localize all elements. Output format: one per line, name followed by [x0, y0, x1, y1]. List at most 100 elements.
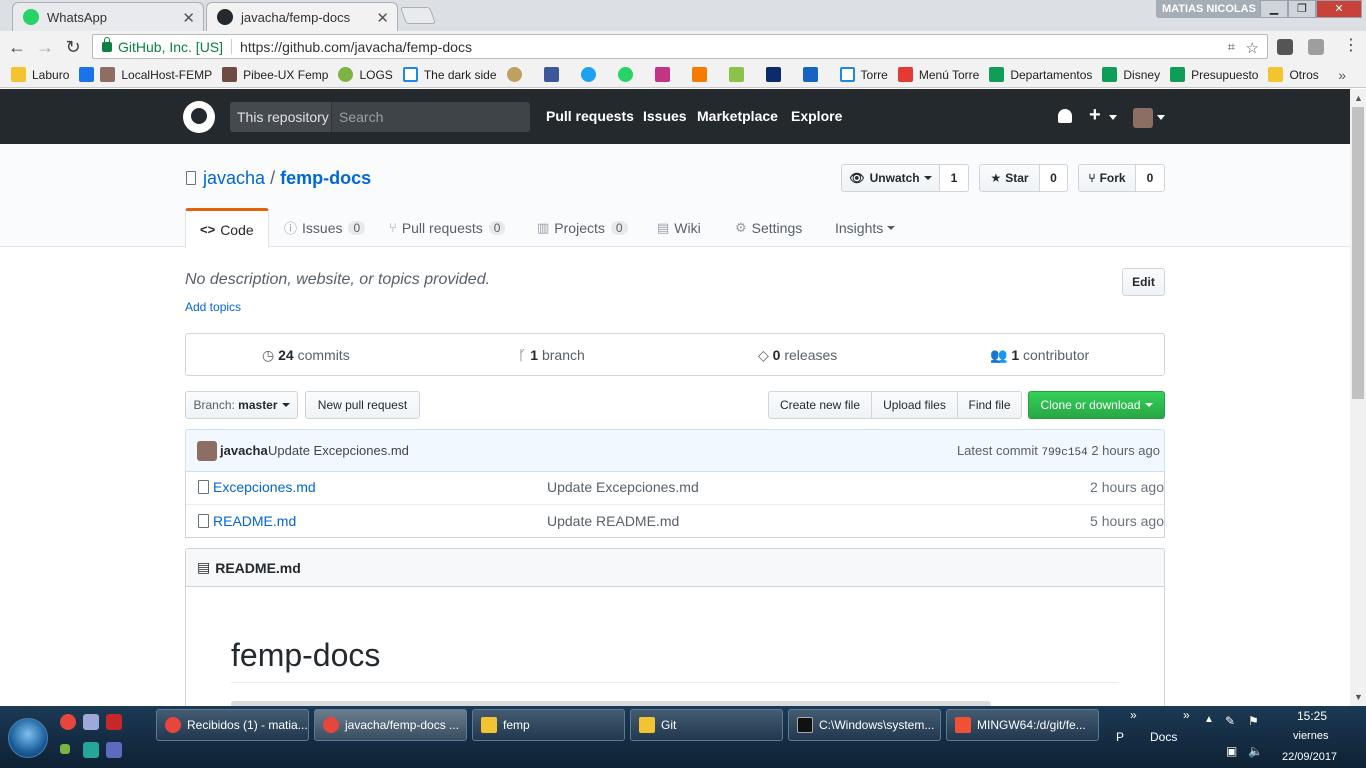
app-icon[interactable] [106, 714, 122, 730]
tab-issues[interactable]: ⓘ Issues 0 [284, 208, 366, 247]
translate-icon[interactable]: ⌗ [1228, 39, 1235, 55]
page-scrollbar[interactable]: ▲ ▼ [1350, 89, 1366, 706]
create-new-icon[interactable]: + [1089, 104, 1101, 127]
scroll-thumb[interactable] [1352, 107, 1364, 399]
branch-select-button[interactable]: Branch: master [185, 391, 298, 419]
bookmark-twitter[interactable] [580, 67, 602, 82]
star-button[interactable]: ★ Star [979, 164, 1040, 192]
chrome-icon[interactable] [60, 714, 76, 730]
bookmark-star-icon[interactable]: ☆ [1246, 39, 1259, 57]
bookmark-pibee[interactable]: Pibee-UX Femp [222, 67, 328, 82]
tab-github[interactable]: javacha/femp-docs ✕ [206, 2, 398, 31]
taskbar-item-git-folder[interactable]: Git [630, 709, 783, 741]
tray-toolbar-docs[interactable]: Docs [1150, 730, 1177, 744]
bookmark-icon-1[interactable] [506, 67, 528, 82]
nav-marketplace[interactable]: Marketplace [697, 108, 778, 124]
tab-code[interactable]: <> Code [185, 208, 269, 248]
find-file-button[interactable]: Find file [957, 391, 1022, 419]
tab-wiki[interactable]: ▤ Wiki [657, 208, 701, 247]
file-commit-message[interactable]: Update README.md [547, 513, 679, 529]
app-icon[interactable] [106, 742, 122, 758]
nav-pull-requests[interactable]: Pull requests [546, 108, 634, 124]
app-icon[interactable] [83, 742, 99, 758]
bookmark-tyc[interactable] [765, 67, 787, 82]
commit-sha[interactable]: 799c154 [1041, 447, 1087, 459]
clone-download-button[interactable]: Clone or download [1028, 391, 1165, 419]
forward-button[interactable]: → [34, 36, 56, 58]
bookmark-otros[interactable]: Otros [1268, 67, 1319, 82]
bookmark-presupuesto[interactable]: Presupuesto [1170, 67, 1258, 82]
address-bar[interactable]: GitHub, Inc. [US] https://github.com/jav… [92, 34, 1268, 59]
close-window-button[interactable]: ✕ [1316, 0, 1362, 18]
tray-expand-icon[interactable]: » [1130, 708, 1137, 722]
bookmark-infobae[interactable] [691, 67, 713, 82]
tray-arrow-icon[interactable]: ▲ [1204, 714, 1214, 725]
app-icon[interactable] [60, 744, 70, 754]
clock-time[interactable]: 15:25 [1297, 709, 1327, 723]
chevron-down-icon[interactable] [1157, 115, 1165, 120]
avatar[interactable] [1133, 108, 1153, 128]
file-name-link[interactable]: Excepciones.md [213, 479, 316, 495]
contributor-link[interactable]: 👥 1 contributor [990, 347, 1089, 364]
commit-message[interactable]: Update Excepciones.md [268, 443, 409, 458]
url-text[interactable]: https://github.com/javacha/femp-docs [240, 39, 472, 55]
more-bookmarks-icon[interactable]: » [1338, 67, 1346, 83]
commit-author[interactable]: javacha [220, 443, 268, 458]
bookmark-torre[interactable]: Torre [839, 67, 888, 82]
nav-explore[interactable]: Explore [791, 108, 842, 124]
tab-whatsapp[interactable]: WhatsApp ✕ [12, 2, 204, 31]
avatar[interactable] [197, 441, 217, 461]
reload-button[interactable]: ↻ [62, 36, 84, 58]
taskbar-item-cmd[interactable]: C:\Windows\system... [788, 709, 941, 741]
tab-insights[interactable]: Insights [835, 208, 896, 247]
branch-link[interactable]: ᚴ 1 branch [518, 347, 585, 363]
notifications-bell-icon[interactable] [1058, 109, 1072, 123]
watch-count[interactable]: 1 [940, 164, 969, 192]
menu-icon[interactable]: ⋮ [1340, 35, 1362, 57]
close-tab-icon[interactable]: ✕ [376, 9, 389, 27]
profile-badge[interactable]: MATIAS NICOLAS [1156, 0, 1262, 18]
bookmark-disney[interactable]: Disney [1102, 67, 1160, 82]
taskbar-item-github[interactable]: javacha/femp-docs ... [314, 709, 467, 741]
tray-toolbar-p[interactable]: P [1116, 730, 1124, 744]
unwatch-button[interactable]: 👁 Unwatch [841, 164, 940, 192]
scroll-down-arrow-icon[interactable]: ▼ [1354, 692, 1363, 702]
github-logo-icon[interactable] [183, 101, 215, 133]
bookmark-laburo[interactable]: Laburo [11, 67, 69, 82]
tab-settings[interactable]: ⚙ Settings [735, 208, 802, 247]
tab-pull-requests[interactable]: ⑂ Pull requests 0 [389, 208, 506, 247]
bookmark-dark-side[interactable]: The dark side [402, 67, 497, 82]
commits-link[interactable]: ◷ 24 commits [262, 347, 350, 364]
bookmark-departamentos[interactable]: Departamentos [989, 67, 1092, 82]
start-button[interactable] [8, 718, 48, 758]
bookmark-facebook[interactable] [543, 67, 565, 82]
new-pull-request-button[interactable]: New pull request [305, 391, 420, 419]
search-input[interactable] [332, 102, 530, 132]
bookmark-whatsapp[interactable] [617, 67, 639, 82]
flag-icon[interactable]: ⚑ [1248, 714, 1259, 728]
extension-icon[interactable] [1277, 39, 1293, 55]
clock-day[interactable]: viernes [1293, 730, 1328, 742]
bookmark-instagram[interactable] [654, 67, 676, 82]
tab-projects[interactable]: ▥ Projects 0 [537, 208, 628, 247]
repo-name-link[interactable]: femp-docs [280, 168, 371, 188]
volume-icon[interactable]: 🔈 [1248, 744, 1263, 758]
maximize-button[interactable]: ❐ [1288, 0, 1316, 18]
bookmark-localhost[interactable]: LocalHost-FEMP [79, 67, 212, 82]
fork-count[interactable]: 0 [1136, 164, 1165, 192]
tray-tool-icon[interactable]: ✎ [1225, 714, 1235, 728]
new-tab-button[interactable] [399, 7, 437, 24]
file-name-link[interactable]: README.md [213, 513, 296, 529]
bookmark-menu-torre[interactable]: Menú Torre [897, 67, 979, 82]
taskbar-item-mingw[interactable]: MINGW64:/d/git/fe... [946, 709, 1099, 741]
clock-date[interactable]: 22/09/2017 [1282, 751, 1337, 763]
star-count[interactable]: 0 [1040, 164, 1068, 192]
file-commit-message[interactable]: Update Excepciones.md [547, 479, 699, 495]
tray-expand-icon[interactable]: » [1183, 708, 1190, 722]
back-button[interactable]: ← [6, 36, 28, 58]
bookmark-ole[interactable] [728, 67, 750, 82]
flow-extension-icon[interactable] [1308, 39, 1324, 55]
bookmark-logs[interactable]: LOGS [338, 67, 393, 82]
edit-button[interactable]: Edit [1122, 268, 1165, 296]
releases-link[interactable]: ◇ 0 releases [758, 347, 837, 364]
